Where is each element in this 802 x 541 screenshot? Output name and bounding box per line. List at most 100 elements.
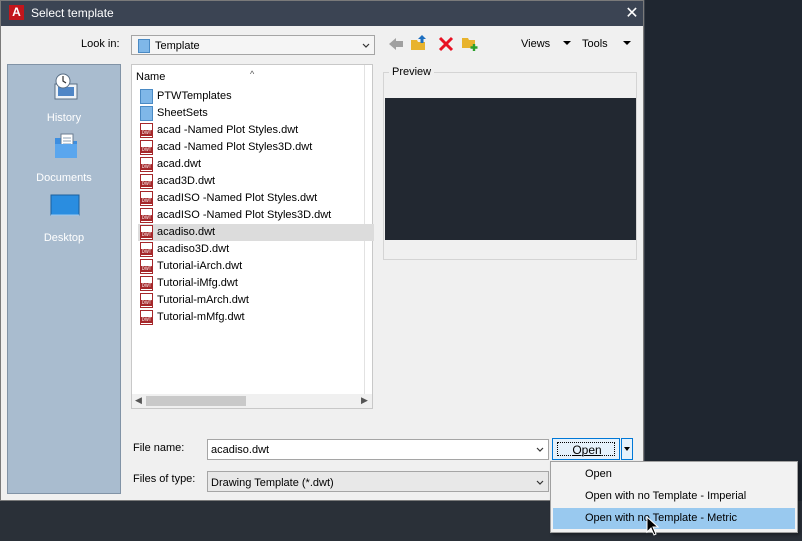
open-button-label: Open xyxy=(572,443,602,457)
file-name-text: acad.dwt xyxy=(157,158,202,170)
history-icon xyxy=(54,73,78,100)
tools-menu[interactable]: Tools xyxy=(582,38,608,50)
dwt-badge: DWT xyxy=(141,232,152,238)
dwt-badge: DWT xyxy=(141,164,152,170)
file-name-text: acadiso.dwt xyxy=(157,226,216,238)
file-name-label: File name: xyxy=(133,442,185,454)
file-name-value: acadiso.dwt xyxy=(211,444,270,456)
place-desktop[interactable]: Desktop xyxy=(8,190,120,246)
close-icon[interactable]: ✕ xyxy=(623,3,641,23)
menu-item-open-metric[interactable]: Open with no Template - Metric xyxy=(553,508,795,529)
file-row[interactable]: DWT acad -Named Plot Styles3D.dwt xyxy=(138,139,374,156)
delete-icon[interactable] xyxy=(437,35,455,53)
file-row[interactable]: DWT acadISO -Named Plot Styles3D.dwt xyxy=(138,207,374,224)
scrollbar-thumb[interactable] xyxy=(146,396,246,406)
dwt-file-icon: DWT xyxy=(140,140,153,155)
up-folder-icon[interactable] xyxy=(410,34,428,52)
folder-icon xyxy=(138,39,150,53)
views-menu[interactable]: Views xyxy=(521,38,550,50)
dwt-badge: DWT xyxy=(141,300,152,306)
tools-caret-icon[interactable] xyxy=(623,41,631,45)
place-documents[interactable]: Documents xyxy=(8,130,120,186)
horizontal-scrollbar[interactable]: ◀ ▶ xyxy=(132,394,372,408)
background-divider xyxy=(644,0,645,541)
file-name-text: acad -Named Plot Styles.dwt xyxy=(157,124,299,136)
file-row[interactable]: DWT acadiso3D.dwt xyxy=(138,241,374,258)
file-name-text: acadISO -Named Plot Styles.dwt xyxy=(157,192,318,204)
look-in-value: Template xyxy=(155,40,200,52)
look-in-dropdown[interactable]: Template xyxy=(131,35,375,55)
place-label: Desktop xyxy=(43,232,85,244)
folder-row[interactable]: PTWTemplates xyxy=(138,88,374,105)
folder-icon xyxy=(140,106,153,121)
column-header-label: Name xyxy=(136,71,166,83)
preview-image xyxy=(385,98,636,240)
dwt-badge: DWT xyxy=(141,317,152,323)
place-history[interactable]: History xyxy=(8,70,120,126)
open-options-button[interactable] xyxy=(621,438,633,460)
file-name-text: PTWTemplates xyxy=(157,90,232,102)
file-name-text: acad -Named Plot Styles3D.dwt xyxy=(157,141,313,153)
file-row[interactable]: DWT acad -Named Plot Styles.dwt xyxy=(138,122,374,139)
mouse-cursor-icon xyxy=(646,516,660,536)
file-row[interactable]: DWT acadiso.dwt xyxy=(138,224,374,241)
chevron-down-icon xyxy=(536,480,544,485)
scroll-left-icon[interactable]: ◀ xyxy=(135,396,142,406)
dwt-file-icon: DWT xyxy=(140,174,153,189)
sort-ascending-icon: ^ xyxy=(250,69,255,79)
file-row[interactable]: DWT acad.dwt xyxy=(138,156,374,173)
chevron-down-icon xyxy=(362,43,370,48)
autocad-logo-icon: A xyxy=(9,5,24,20)
views-caret-icon[interactable] xyxy=(563,41,571,45)
file-name-text: acadISO -Named Plot Styles3D.dwt xyxy=(157,209,332,221)
file-row[interactable]: DWT Tutorial-mArch.dwt xyxy=(138,292,374,309)
file-row[interactable]: DWT Tutorial-iMfg.dwt xyxy=(138,275,374,292)
file-row[interactable]: DWT Tutorial-mMfg.dwt xyxy=(138,309,374,326)
file-row[interactable]: DWT acad3D.dwt xyxy=(138,173,374,190)
preview-label: Preview xyxy=(389,66,435,78)
open-options-menu: Open Open with no Template - Imperial Op… xyxy=(550,461,798,533)
menu-item-label: Open with no Template - Metric xyxy=(585,512,738,524)
chevron-down-icon[interactable] xyxy=(535,444,545,454)
dwt-file-icon: DWT xyxy=(140,293,153,308)
dwt-file-icon: DWT xyxy=(140,310,153,325)
look-in-label: Look in: xyxy=(81,38,120,50)
file-name-text: Tutorial-iMfg.dwt xyxy=(157,277,238,289)
file-name-text: SheetSets xyxy=(157,107,208,119)
dwt-badge: DWT xyxy=(141,215,152,221)
file-name-text: acad3D.dwt xyxy=(157,175,216,187)
dwt-file-icon: DWT xyxy=(140,208,153,223)
desktop-icon xyxy=(50,194,80,216)
dialog-title: Select template xyxy=(31,6,114,20)
file-name-text: Tutorial-mArch.dwt xyxy=(157,294,249,306)
folder-row[interactable]: SheetSets xyxy=(138,105,374,122)
file-row[interactable]: DWT acadISO -Named Plot Styles.dwt xyxy=(138,190,374,207)
folder-icon xyxy=(140,89,153,104)
dwt-badge: DWT xyxy=(141,249,152,255)
dwt-badge: DWT xyxy=(141,266,152,272)
menu-item-open-imperial[interactable]: Open with no Template - Imperial xyxy=(553,486,795,507)
dwt-badge: DWT xyxy=(141,283,152,289)
back-arrow-icon[interactable] xyxy=(387,35,405,53)
dwt-badge: DWT xyxy=(141,198,152,204)
scroll-right-icon[interactable]: ▶ xyxy=(361,396,368,406)
files-of-type-value: Drawing Template (*.dwt) xyxy=(211,477,334,489)
dwt-file-icon: DWT xyxy=(140,259,153,274)
file-row[interactable]: DWT Tutorial-iArch.dwt xyxy=(138,258,374,275)
open-button[interactable]: Open xyxy=(552,438,620,460)
dwt-file-icon: DWT xyxy=(140,157,153,172)
background-canvas xyxy=(644,0,802,541)
menu-item-open[interactable]: Open xyxy=(553,464,795,485)
file-name-text: acadiso3D.dwt xyxy=(157,243,230,255)
files-of-type-dropdown[interactable]: Drawing Template (*.dwt) xyxy=(207,471,549,492)
file-name-input[interactable]: acadiso.dwt xyxy=(207,439,549,460)
column-header-name[interactable]: Name ^ xyxy=(136,69,254,83)
documents-icon xyxy=(55,133,77,158)
files-of-type-label: Files of type: xyxy=(133,473,196,485)
file-name-text: Tutorial-iArch.dwt xyxy=(157,260,243,272)
new-folder-icon[interactable] xyxy=(461,34,479,52)
file-list[interactable]: Name ^ PTWTemplates SheetSets DWT acad -Nam… xyxy=(131,64,374,409)
dwt-badge: DWT xyxy=(141,147,152,153)
open-button-focus: Open xyxy=(557,442,615,457)
dwt-file-icon: DWT xyxy=(140,123,153,138)
